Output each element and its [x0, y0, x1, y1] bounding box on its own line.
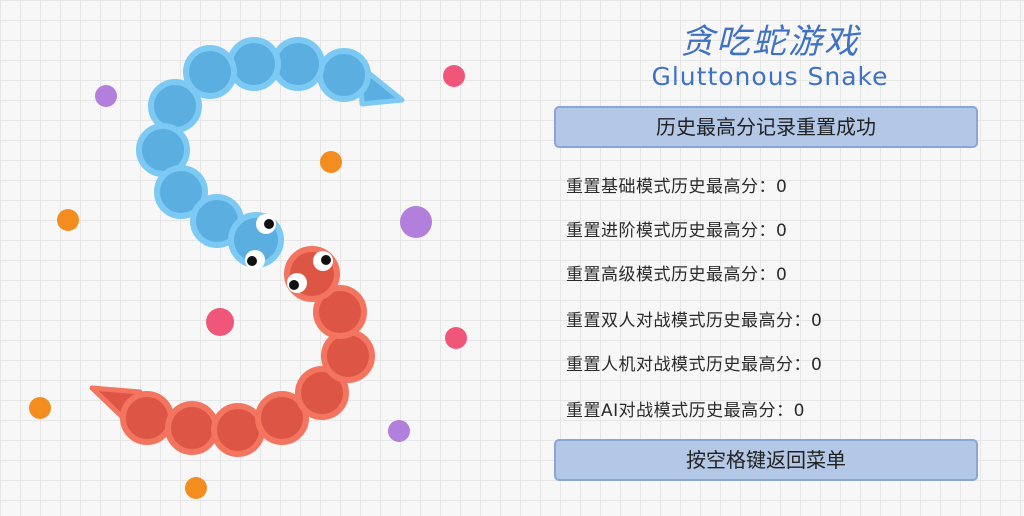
status-banner: 历史最高分记录重置成功 [554, 106, 978, 148]
reset-option-score: 0 [811, 311, 823, 331]
red-snake [89, 246, 375, 457]
reset-option-label: 重置基础模式历史最高分： [566, 177, 776, 197]
snake-eye-icon [245, 250, 265, 270]
reset-option-label: 重置双人对战模式历史最高分： [566, 311, 811, 331]
food-pellet [443, 65, 465, 87]
food-pellet [206, 308, 234, 336]
food-pellet [29, 397, 51, 419]
blue-snake-segment [271, 37, 325, 91]
food-pellet [320, 151, 342, 173]
red-snake-segment [165, 401, 219, 455]
snake-eye-icon [313, 251, 333, 271]
reset-option-label: 重置AI对战模式历史最高分： [566, 401, 794, 421]
food-pellet [445, 327, 467, 349]
food-pellet [400, 206, 432, 238]
blue-snake [136, 37, 405, 270]
reset-option-label: 重置人机对战模式历史最高分： [566, 355, 811, 375]
reset-vs-computer-mode-option[interactable]: 重置人机对战模式历史最高分：0 [566, 350, 822, 375]
reset-option-score: 0 [776, 177, 788, 197]
blue-snake-segment [227, 37, 281, 91]
game-title-cn: 贪吃蛇游戏 [680, 22, 860, 62]
reset-advanced-mode-option[interactable]: 重置进阶模式历史最高分：0 [566, 216, 787, 241]
game-area [0, 0, 540, 512]
menu-panel: 贪吃蛇游戏 Gluttonous Snake 历史最高分记录重置成功 重置基础模… [550, 0, 990, 512]
game-title-en: Gluttonous Snake [651, 62, 889, 91]
food-pellet [388, 420, 410, 442]
reset-basic-mode-option[interactable]: 重置基础模式历史最高分：0 [566, 172, 787, 197]
red-snake-segment [120, 391, 174, 445]
reset-expert-mode-option[interactable]: 重置高级模式历史最高分：0 [566, 260, 787, 285]
game-canvas [29, 37, 467, 499]
food-pellet [185, 477, 207, 499]
snake-eye-icon [256, 214, 276, 234]
reset-option-label: 重置高级模式历史最高分： [566, 265, 776, 285]
reset-ai-mode-option[interactable]: 重置AI对战模式历史最高分：0 [566, 396, 805, 421]
red-snake-segment [211, 403, 265, 457]
reset-option-score: 0 [793, 401, 805, 421]
reset-two-player-mode-option[interactable]: 重置双人对战模式历史最高分：0 [566, 306, 822, 331]
red-snake-segment [321, 329, 375, 383]
reset-option-score: 0 [776, 265, 788, 285]
food-pellet [57, 209, 79, 231]
reset-option-score: 0 [811, 355, 823, 375]
reset-option-label: 重置进阶模式历史最高分： [566, 221, 776, 241]
back-to-menu-button[interactable]: 按空格键返回菜单 [554, 439, 978, 481]
blue-snake-segment [148, 79, 202, 133]
food-pellet [95, 85, 117, 107]
reset-option-score: 0 [776, 221, 788, 241]
blue-snake-segment [317, 48, 371, 102]
snake-eye-icon [287, 273, 307, 293]
